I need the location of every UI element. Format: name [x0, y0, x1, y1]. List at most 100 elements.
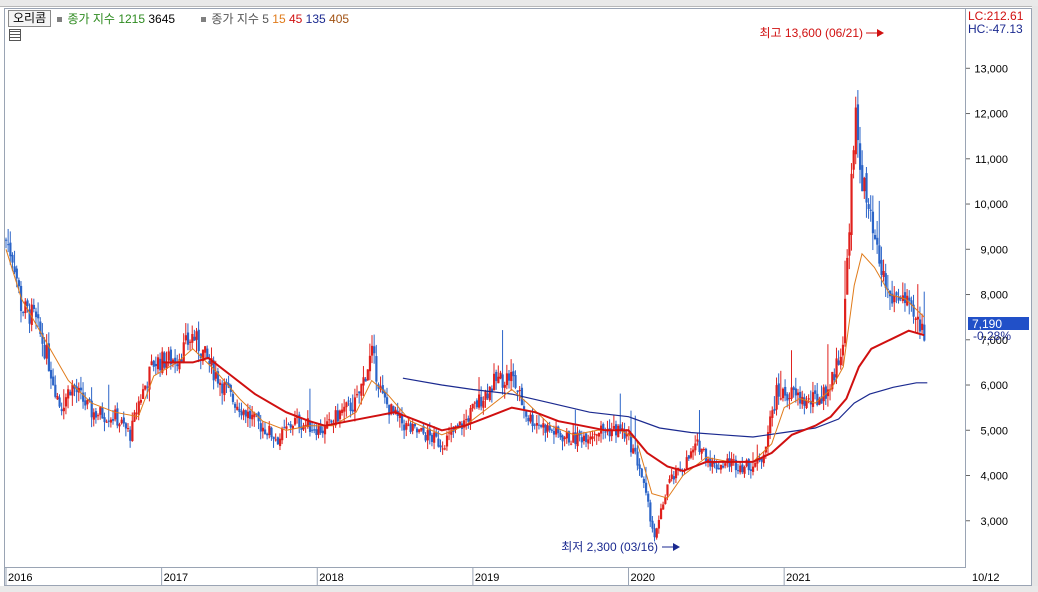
candle: [696, 433, 699, 446]
candle-body: [801, 396, 804, 405]
candle-body: [437, 438, 440, 447]
candle: [651, 515, 654, 533]
candle-body: [657, 519, 661, 529]
candle-body: [747, 459, 750, 471]
candle-body: [512, 371, 515, 377]
indicator-1-param2: 3645: [148, 12, 176, 26]
candle-body: [570, 443, 573, 445]
candle-body: [878, 245, 881, 264]
candle: [557, 425, 560, 438]
candle-body: [79, 387, 83, 391]
candle: [657, 515, 661, 534]
candle: [336, 403, 339, 424]
candle-body: [786, 394, 789, 401]
candle: [139, 394, 143, 406]
candle-body: [62, 407, 65, 412]
candle: [754, 461, 757, 468]
candle-body: [805, 400, 808, 409]
candle: [493, 363, 496, 391]
candle-series: [5, 90, 926, 542]
candle: [820, 385, 823, 404]
candle: [893, 286, 896, 313]
candle-body: [632, 448, 635, 454]
candle: [208, 354, 211, 373]
candle-body: [493, 373, 496, 391]
candle: [345, 401, 348, 417]
x-tick-label: 2020: [631, 572, 655, 584]
candle-body: [328, 419, 331, 421]
candle-body: [702, 449, 705, 451]
candle-body: [604, 431, 607, 433]
candle-body: [514, 375, 517, 388]
candle-body: [375, 356, 378, 382]
candle: [182, 333, 185, 364]
candle: [351, 394, 354, 415]
candle: [19, 281, 23, 323]
candle-body: [219, 382, 222, 386]
indicator-1-marker-icon: [57, 17, 63, 23]
candle: [47, 332, 51, 372]
candle-body: [234, 403, 237, 408]
candle-body: [715, 464, 718, 470]
candle: [165, 351, 168, 376]
candle: [22, 310, 25, 317]
candle: [430, 432, 434, 447]
symbol-box[interactable]: 오리콤: [8, 10, 52, 27]
candle: [591, 430, 594, 447]
candle-body: [533, 424, 536, 426]
candle-body: [360, 383, 363, 396]
candle-body: [304, 424, 307, 426]
candle-body: [527, 417, 530, 422]
candle: [278, 433, 282, 451]
candle-body: [516, 390, 519, 393]
candle: [99, 406, 102, 420]
candle-body: [799, 391, 802, 404]
candle: [799, 386, 802, 409]
candle: [240, 402, 243, 420]
candle: [69, 389, 72, 396]
candle-body: [548, 425, 551, 431]
candle: [154, 356, 158, 375]
candle-body: [373, 346, 376, 354]
candle-body: [116, 408, 119, 426]
candle: [826, 344, 830, 407]
candle: [54, 375, 57, 399]
candle-body: [585, 433, 588, 443]
indicator-2[interactable]: 종가 지수 5 15 45 135 405: [201, 10, 349, 27]
candle: [582, 431, 586, 445]
grid-table-icon[interactable]: [9, 29, 21, 41]
candle: [64, 393, 68, 415]
candle-body: [97, 415, 100, 417]
candle-body: [739, 465, 742, 473]
candle-body: [289, 424, 292, 428]
candle: [846, 249, 849, 295]
candle-body: [484, 391, 487, 400]
candle-body: [69, 391, 72, 396]
candle-body: [835, 358, 838, 378]
candle: [488, 386, 491, 402]
candle: [803, 393, 806, 415]
candle-body: [146, 386, 149, 388]
candle: [201, 349, 205, 365]
candle: [711, 457, 714, 474]
candle: [409, 420, 412, 434]
candle: [790, 350, 793, 402]
candle: [829, 384, 832, 401]
candle-body: [366, 369, 369, 381]
candle-body: [445, 435, 449, 447]
candle-body: [595, 434, 598, 436]
candle: [450, 422, 453, 443]
candle-body: [781, 388, 785, 399]
candle: [811, 381, 815, 414]
candle-body: [668, 479, 671, 483]
candle: [460, 420, 464, 436]
candle: [221, 380, 224, 405]
candle: [366, 369, 369, 381]
candle-body: [482, 400, 485, 408]
indicator-1[interactable]: 종가 지수 1215 3645: [57, 10, 175, 27]
candle: [700, 448, 703, 460]
candle-body: [846, 257, 849, 295]
candle: [107, 384, 110, 428]
candle-body: [597, 432, 601, 437]
candle: [689, 448, 693, 460]
